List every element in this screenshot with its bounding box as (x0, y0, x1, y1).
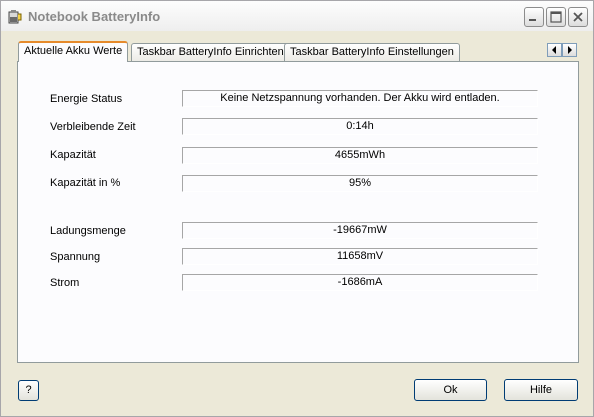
strom-label: Strom (50, 277, 80, 289)
tab-einstellungen[interactable]: Taskbar BatteryInfo Einstellungen (284, 43, 460, 61)
title-bar[interactable]: Notebook BatteryInfo (1, 1, 593, 31)
spannung-label: Spannung (50, 251, 101, 263)
kapazitaet-label: Kapazität (50, 149, 96, 161)
energie-status-label: Energie Status (50, 93, 123, 105)
strom-value: -1686mA (182, 274, 538, 291)
help-question-button[interactable]: ? (18, 380, 39, 401)
window-title: Notebook BatteryInfo (28, 9, 161, 24)
close-button[interactable] (568, 7, 588, 27)
ladungsmenge-value: -19667mW (182, 222, 538, 239)
spannung-value: 11658mV (182, 248, 538, 265)
hilfe-button[interactable]: Hilfe (504, 379, 578, 401)
app-window: Notebook BatteryInfo Aktuelle Akku Werte… (0, 0, 594, 417)
tab-aktuelle-akku-werte[interactable]: Aktuelle Akku Werte (18, 41, 129, 62)
verbleibende-zeit-label: Verbleibende Zeit (50, 121, 136, 133)
battery-app-icon (7, 8, 23, 24)
ladungsmenge-label: Ladungsmenge (50, 225, 126, 237)
tab-scroll-right-button[interactable] (562, 43, 577, 57)
kapazitaet-prozent-value: 95% (182, 175, 538, 192)
verbleibende-zeit-value: 0:14h (182, 118, 538, 135)
tab-einrichten[interactable]: Taskbar BatteryInfo Einrichten (131, 43, 290, 61)
minimize-button[interactable] (524, 7, 544, 27)
kapazitaet-value: 4655mWh (182, 147, 538, 164)
kapazitaet-prozent-label: Kapazität in % (50, 177, 121, 189)
chevron-right-icon (568, 46, 572, 54)
chevron-left-icon (552, 46, 556, 54)
energie-status-value: Keine Netzspannung vorhanden. Der Akku w… (182, 90, 538, 107)
maximize-button[interactable] (546, 7, 566, 27)
tab-scroll-left-button[interactable] (547, 43, 562, 57)
ok-button[interactable]: Ok (414, 379, 487, 401)
